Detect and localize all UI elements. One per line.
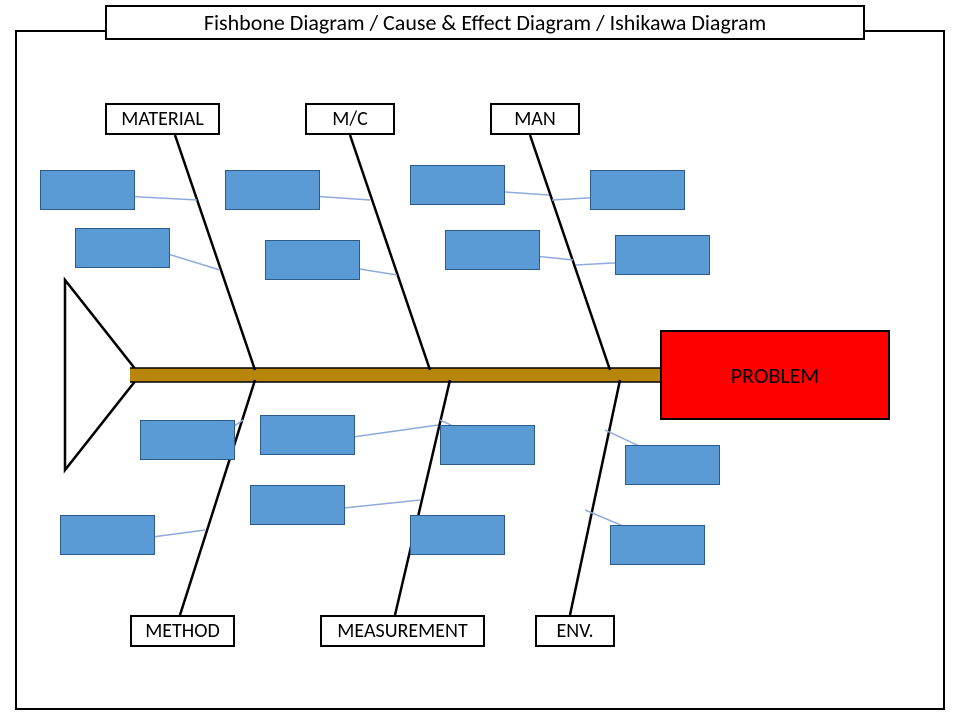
category-mc: M/C <box>305 103 395 135</box>
cause-box <box>140 420 235 460</box>
cause-box <box>625 445 720 485</box>
category-env: ENV. <box>535 615 615 647</box>
cause-box <box>225 170 320 210</box>
bone-method <box>180 380 255 615</box>
category-man: MAN <box>490 103 580 135</box>
cause-box <box>260 415 355 455</box>
cause-box <box>40 170 135 210</box>
cause-box <box>610 525 705 565</box>
cause-box <box>75 228 170 268</box>
cause-box <box>590 170 685 210</box>
category-material: MATERIAL <box>105 103 220 135</box>
problem-head: PROBLEM <box>660 330 890 420</box>
category-method: METHOD <box>130 615 235 647</box>
cause-box <box>445 230 540 270</box>
cause-box <box>615 235 710 275</box>
cause-box <box>410 165 505 205</box>
fish-tail <box>65 280 140 470</box>
diagram-title: Fishbone Diagram / Cause & Effect Diagra… <box>105 5 865 40</box>
cause-box <box>440 425 535 465</box>
cause-box <box>410 515 505 555</box>
cause-box <box>265 240 360 280</box>
cause-box <box>60 515 155 555</box>
category-measurement: MEASUREMENT <box>320 615 485 647</box>
cause-box <box>250 485 345 525</box>
bone-env <box>570 380 620 615</box>
bone-measurement <box>395 380 450 615</box>
